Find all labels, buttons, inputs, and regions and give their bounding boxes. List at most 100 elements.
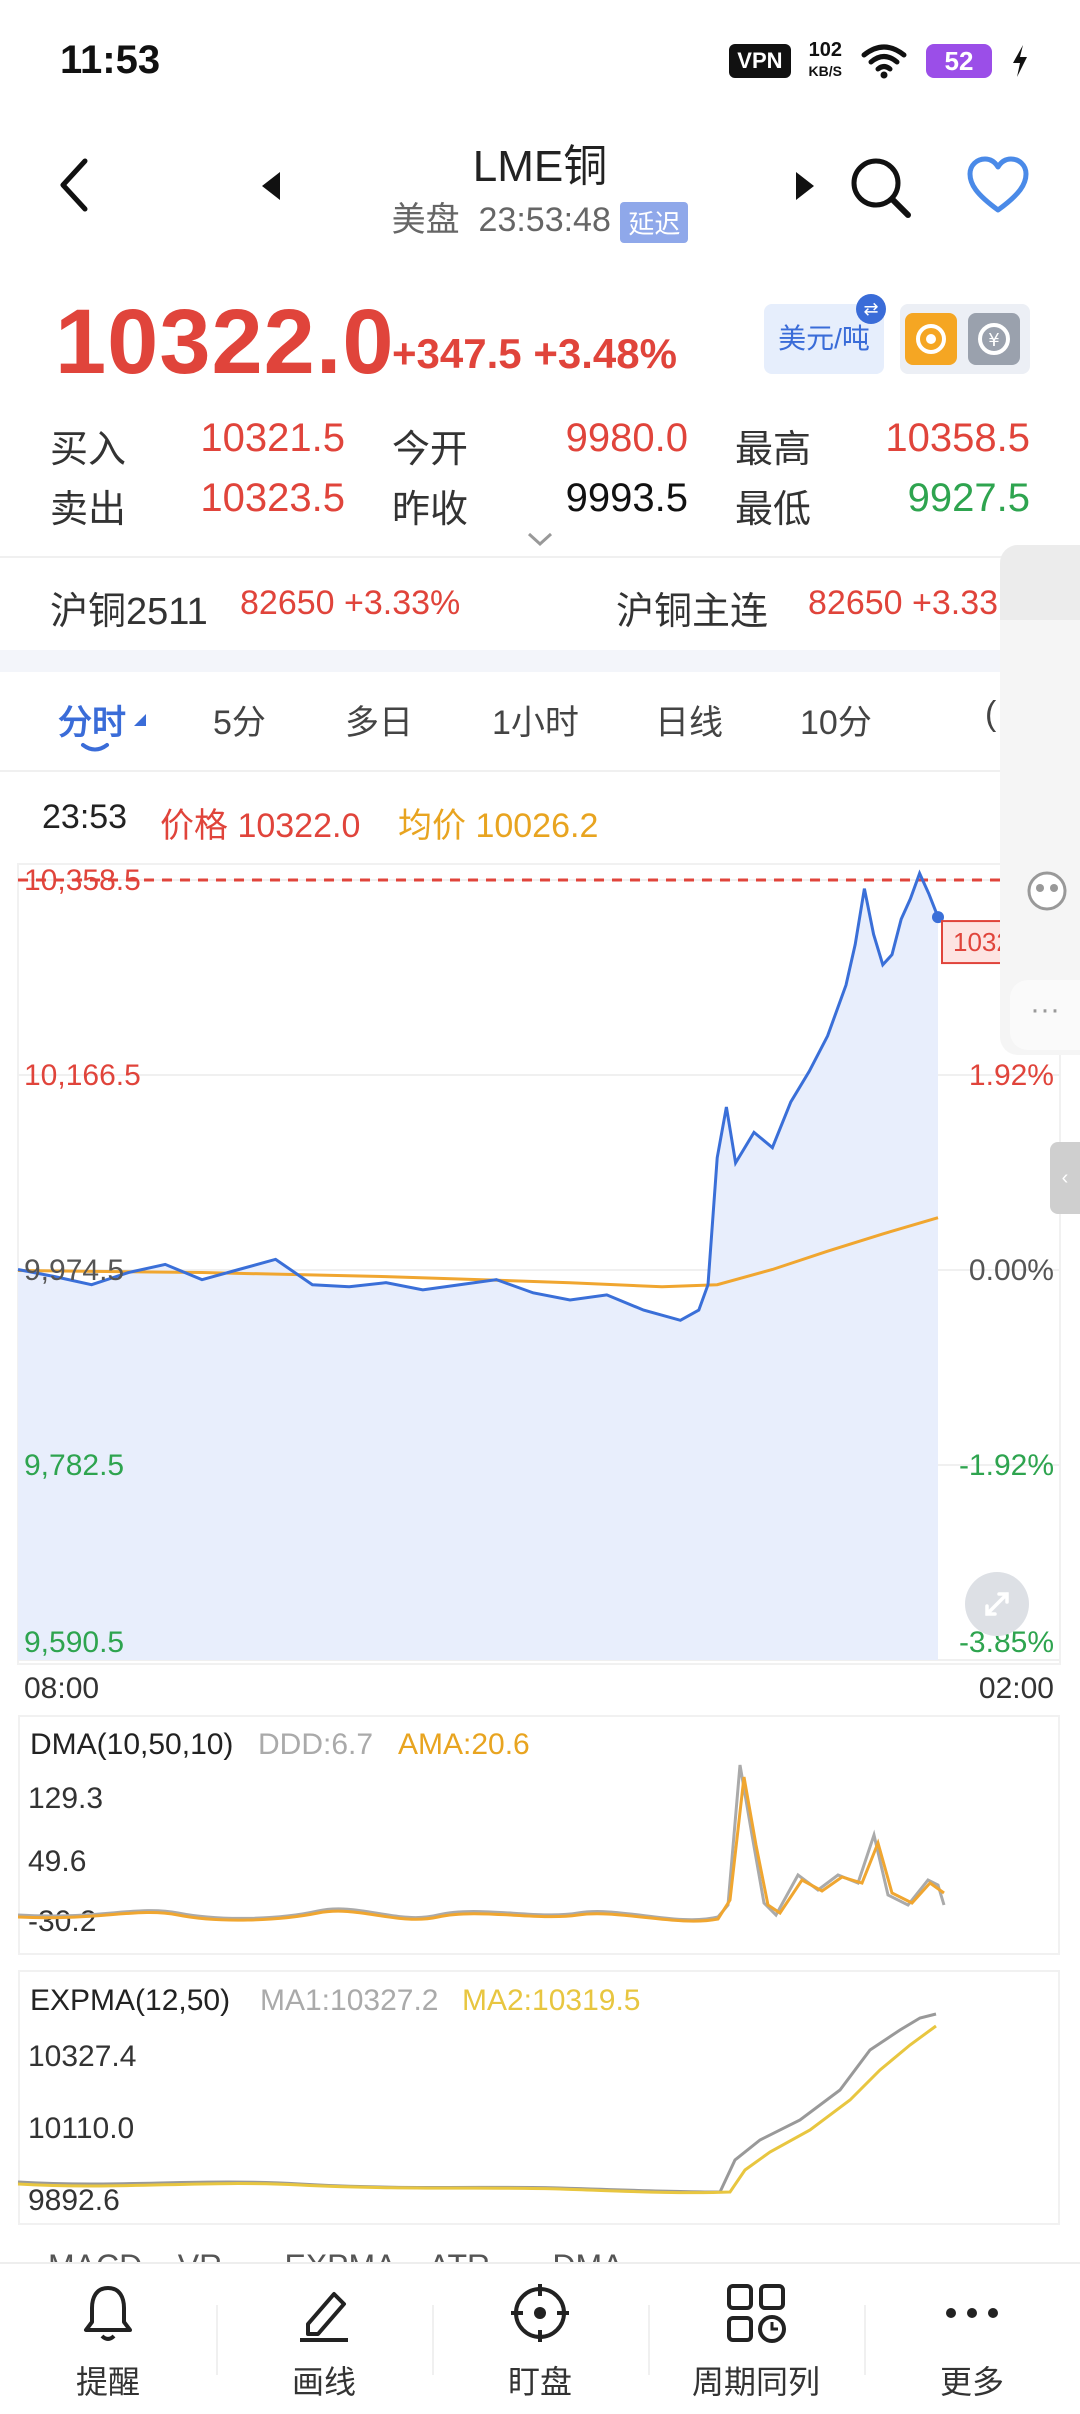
battery-icon: 52: [926, 43, 992, 78]
tab-scroll-more[interactable]: (: [985, 695, 996, 734]
tab-multiday[interactable]: 多日: [345, 695, 413, 744]
divider: [0, 556, 1080, 558]
open-label: 今开: [392, 429, 469, 471]
related-change-2: +3.33: [912, 584, 999, 622]
nav-watch[interactable]: 盯盘: [432, 2282, 648, 2403]
tab-5min[interactable]: 5分: [213, 695, 266, 744]
cursor-price: 价格 10322.0: [160, 798, 360, 847]
status-icons: VPN 102 KB/S 52: [729, 40, 1030, 81]
net-speed-unit: KB/S: [808, 63, 842, 79]
market-label: 美盘: [391, 201, 460, 239]
y-axis-left-label: 10,358.5: [24, 864, 141, 897]
prev-close-value: 9993.5: [565, 476, 688, 520]
pen-icon: [300, 2292, 348, 2342]
cursor-time: 23:53: [42, 798, 128, 836]
divider: [0, 770, 1080, 772]
price-label: 价格: [160, 807, 228, 845]
currency-icon[interactable]: ¥: [968, 313, 1020, 365]
more-options-icon[interactable]: ···: [1010, 980, 1080, 1050]
y-axis-left-label: 10,166.5: [24, 1059, 141, 1092]
delay-badge: 延迟: [620, 201, 689, 243]
nav-period-compare[interactable]: 周期同列: [648, 2282, 864, 2403]
change-value: +347.5: [392, 330, 522, 377]
heart-icon[interactable]: [966, 156, 1030, 214]
related-name-2[interactable]: 沪铜主连: [616, 580, 768, 635]
tab-10min[interactable]: 10分: [800, 695, 872, 744]
dma-chart: [18, 1764, 946, 1923]
low-value: 9927.5: [907, 476, 1030, 520]
nav-period-compare-label: 周期同列: [691, 2364, 820, 2400]
related-value-2: 82650 +3.33: [808, 584, 998, 623]
bid-label: 买入: [50, 429, 127, 471]
crosshair-icon: [511, 2284, 569, 2342]
x-axis-label: 02:00: [979, 1672, 1054, 1700]
price-value: 10322.0: [237, 807, 361, 845]
nav-alert[interactable]: 提醒: [0, 2282, 216, 2403]
related-name-1[interactable]: 沪铜2511: [50, 580, 208, 635]
market-clock: 23:53:48: [478, 201, 611, 239]
y-axis-left-label: 9,782.5: [24, 1449, 124, 1482]
more-icon: [946, 2308, 998, 2318]
intraday-chart[interactable]: 10,358.510,166.59,974.59,782.59,590.53.8…: [0, 860, 1080, 1700]
tab-daily[interactable]: 日线: [655, 695, 723, 744]
y-axis-right-label: -1.92%: [959, 1449, 1054, 1482]
related-value-1: 82650 +3.33%: [240, 584, 460, 623]
y-axis-right-label: 0.00%: [969, 1254, 1054, 1287]
nav-alert-label: 提醒: [75, 2364, 140, 2400]
cursor-average: 均价 10026.2: [398, 798, 598, 847]
ask-label: 卖出: [50, 489, 127, 531]
x-axis-label: 08:00: [24, 1672, 99, 1700]
section-gap: [0, 650, 1080, 672]
high-label: 最高: [735, 429, 812, 471]
nav-draw[interactable]: 画线: [216, 2282, 432, 2403]
refresh-icon[interactable]: [905, 313, 957, 365]
related-price-1: 82650: [240, 584, 335, 622]
net-speed-value: 102: [808, 39, 842, 61]
next-instrument-icon[interactable]: [796, 172, 814, 200]
swap-icon[interactable]: ⇄: [856, 294, 886, 324]
indicator-tabs-peek[interactable]: MACD VR EXPMA ATR DMA: [48, 2248, 624, 2262]
svg-text:¥: ¥: [988, 330, 999, 351]
related-change-1: +3.33%: [344, 584, 461, 622]
y-axis-left-label: 9,590.5: [24, 1626, 124, 1659]
nav-draw-label: 画线: [291, 2364, 356, 2400]
charging-icon: [1013, 44, 1027, 77]
market-time: 美盘 23:53:48 延迟: [0, 192, 1080, 243]
open-value: 9980.0: [565, 416, 688, 460]
tab-intraday[interactable]: 分时: [58, 695, 126, 744]
page-title: LME铜: [472, 142, 608, 191]
nav-more[interactable]: 更多: [864, 2282, 1080, 2403]
mascot-icon[interactable]: [1022, 866, 1072, 916]
price-change: +347.5 +3.48%: [392, 330, 677, 378]
net-speed: 102 KB/S: [809, 40, 842, 81]
prev-close-label: 昨收: [392, 489, 469, 531]
floating-panel-header[interactable]: [1000, 545, 1080, 620]
avg-value: 10026.2: [475, 807, 599, 845]
low-label: 最低: [735, 489, 812, 531]
chevron-down-icon[interactable]: [525, 530, 555, 548]
y-axis-right-label: 1.92%: [969, 1059, 1054, 1092]
bell-icon: [84, 2286, 132, 2341]
fullscreen-icon[interactable]: [965, 1572, 1029, 1636]
tab-caret-icon: [134, 714, 146, 726]
bid-value: 10321.5: [200, 416, 345, 460]
wifi-icon: [861, 44, 907, 78]
nav-more-label: 更多: [939, 2364, 1004, 2400]
grid-clock-icon: [727, 2284, 786, 2343]
ask-value: 10323.5: [200, 476, 345, 520]
y-axis-left-label: 9,974.5: [24, 1254, 124, 1287]
search-icon[interactable]: [848, 155, 914, 221]
change-percent: +3.48%: [533, 330, 677, 377]
vpn-badge: VPN: [729, 43, 791, 78]
status-time: 11:53: [60, 38, 161, 82]
avg-label: 均价: [398, 807, 466, 845]
nav-watch-label: 盯盘: [507, 2364, 572, 2400]
tab-1hour[interactable]: 1小时: [492, 695, 579, 744]
high-value: 10358.5: [885, 416, 1030, 460]
last-price: 10322.0: [55, 291, 395, 393]
side-collapse-tab[interactable]: ‹: [1050, 1142, 1080, 1214]
expma-chart: [17, 2012, 937, 2195]
floating-panel[interactable]: [1000, 545, 1080, 1055]
tab-indicator: [81, 743, 109, 752]
related-price-2: 82650: [808, 584, 903, 622]
